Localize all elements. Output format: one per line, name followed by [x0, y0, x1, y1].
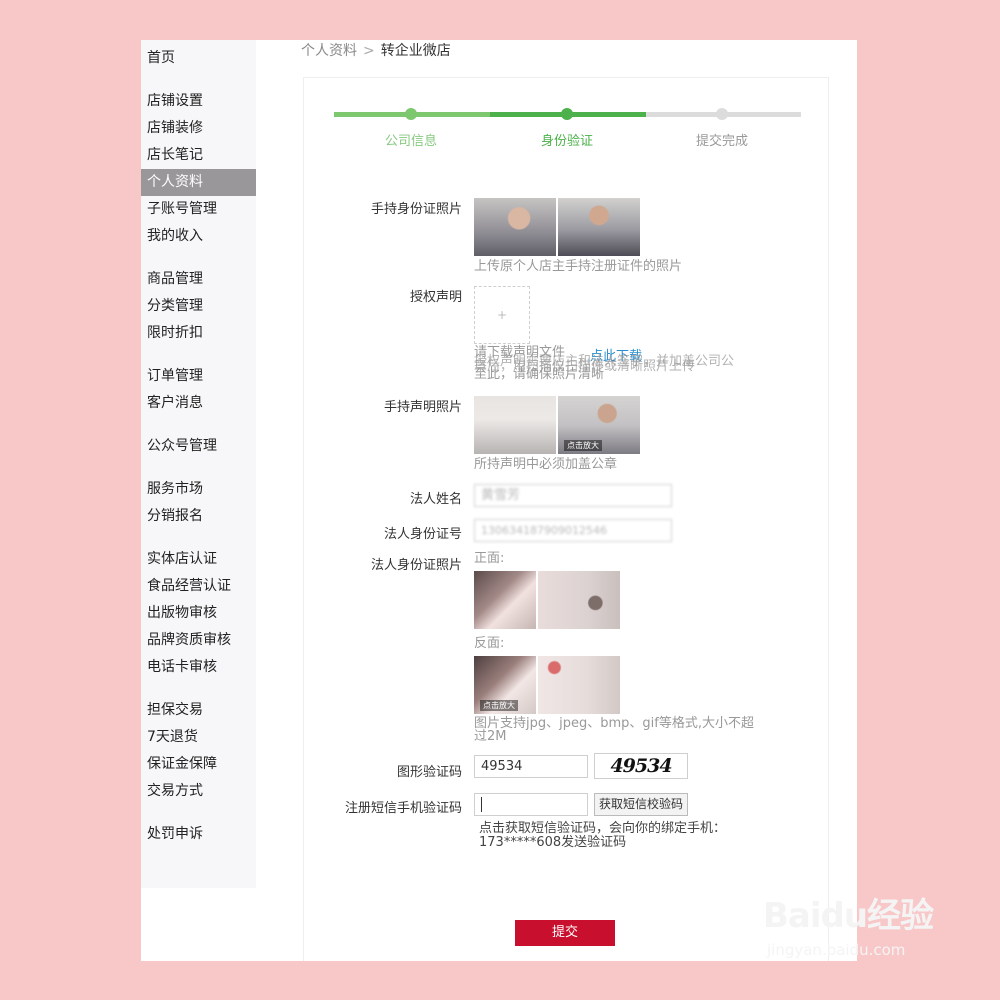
step-label-identity: 身份验证	[540, 134, 593, 149]
handheld-statement-photo-2[interactable]: 点击放大	[558, 396, 640, 454]
handheld-id-photo-2[interactable]	[558, 198, 640, 256]
sidebar-item-publication-review[interactable]: 出版物审核	[141, 600, 256, 627]
authorization-hint-line3: 至此，请确保照片清晰	[474, 367, 605, 382]
sidebar-item-orders[interactable]: 订单管理	[141, 363, 256, 390]
sidebar-nav: 首页店铺设置 店铺装修 店长笔记 个人资料 子账号管理 我的收入商品管理 分类管理 限时折扣订…	[141, 45, 256, 848]
baidu-jingyan-watermark: Baidu经验 jingyan.baidu.com	[763, 888, 963, 978]
captcha-label: 图形验证码	[396, 765, 462, 780]
authorization-hint: 请下载声明文件 点此下载 授权声明需要店主和法人签字，并加盖公司公 章后，用扫描…	[474, 346, 774, 382]
sidebar-item-deposit-guarantee[interactable]: 保证金保障	[141, 751, 256, 778]
watermark-brand: Baidu经验	[763, 896, 934, 936]
sidebar-item-penalty-appeal[interactable]: 处罚申诉	[141, 821, 256, 848]
id-photo-hint: 图片支持jpg、jpeg、bmp、gif等格式,大小不超 过2M	[474, 716, 754, 744]
sidebar-item-products[interactable]: 商品管理	[141, 266, 256, 293]
sidebar-item-brand-qualification[interactable]: 品牌资质审核	[141, 627, 256, 654]
legal-name-label: 法人姓名	[409, 492, 462, 507]
sms-code-label: 注册短信手机验证码	[344, 801, 462, 816]
handheld-id-photo-hint: 上传原个人店主手持注册证件的照片	[474, 259, 683, 274]
breadcrumb-parent[interactable]: 个人资料	[301, 43, 357, 59]
sms-code-hint: 点击获取短信验证码，会向你的绑定手机：173*****608发送验证码	[479, 821, 727, 850]
sidebar-item-categories[interactable]: 分类管理	[141, 293, 256, 320]
id-front-photo-1[interactable]	[474, 571, 536, 629]
id-back-label: 反面:	[474, 636, 505, 651]
sidebar-group: 店铺设置 店铺装修 店长笔记 个人资料 子账号管理 我的收入	[141, 88, 256, 250]
sidebar-group: 处罚申诉	[141, 821, 256, 848]
sidebar-item-escrow-trade[interactable]: 担保交易	[141, 697, 256, 724]
breadcrumb-separator: >	[363, 43, 375, 59]
handheld-statement-photo-1[interactable]	[474, 396, 556, 454]
sidebar-item-manager-notes[interactable]: 店长笔记	[141, 142, 256, 169]
handheld-id-photo-label: 手持身份证照片	[370, 202, 462, 217]
sidebar-group: 担保交易 7天退货 保证金保障 交易方式	[141, 697, 256, 805]
sidebar-group: 订单管理 客户消息	[141, 363, 256, 417]
app-window: 首页 店铺设置 店铺装修 店长笔记 个人资料 子账号管理 我的收入 商品管理 分类管理 限时折扣订…	[141, 40, 857, 961]
id-front-label: 正面:	[474, 551, 505, 566]
step-label-done: 提交完成	[695, 134, 748, 149]
id-front-photo-2[interactable]	[538, 571, 620, 629]
handheld-statement-hint: 所持声明中必须加盖公章	[474, 457, 618, 472]
watermark-url: jingyan.baidu.com	[767, 941, 906, 959]
get-sms-code-button[interactable]: 获取短信校验码	[594, 793, 688, 816]
sidebar-item-trade-method[interactable]: 交易方式	[141, 778, 256, 805]
id-back-photo-2[interactable]	[538, 656, 620, 714]
sidebar-item-sub-accounts[interactable]: 子账号管理	[141, 196, 256, 223]
sidebar-item-phone-card-review[interactable]: 电话卡审核	[141, 654, 256, 681]
sidebar-item-store-settings[interactable]: 店铺设置	[141, 88, 256, 115]
text-cursor	[481, 797, 482, 812]
captcha-image[interactable]: 49534	[594, 753, 688, 779]
sidebar-group: 实体店认证 食品经营认证 出版物审核 品牌资质审核 电话卡审核	[141, 546, 256, 681]
sidebar-group: 首页	[141, 45, 256, 72]
id-back-photo-1[interactable]: 点击放大	[474, 656, 536, 714]
legal-name-input[interactable]: 黄雪芳	[474, 484, 672, 507]
legal-id-label: 法人身份证号	[383, 527, 462, 542]
step-dot-1	[405, 108, 417, 120]
breadcrumb-current: 转企业微店	[380, 43, 451, 59]
handheld-statement-field: 点击放大 所持声明中必须加盖公章	[474, 396, 642, 471]
sidebar-group: 商品管理 分类管理 限时折扣	[141, 266, 256, 347]
legal-id-photo-field: 正面: 反面: 点击放大 图片支持jpg、jpeg、bmp、gif等格式,大小不…	[474, 552, 764, 743]
authorization-upload[interactable]: +	[474, 286, 530, 344]
progress-steps: 公司信息 身份验证 提交完成	[334, 108, 801, 149]
step-dot-3	[716, 108, 728, 120]
sidebar: 首页店铺设置 店铺装修 店长笔记 个人资料 子账号管理 我的收入商品管理 分类管理 限时折扣订…	[141, 40, 256, 888]
authorization-label: 授权声明	[409, 290, 462, 305]
photo-zoom-tag: 点击放大	[480, 700, 518, 711]
authorization-field: + 请下载声明文件 点此下载 授权声明需要店主和法人签字，并加盖公司公 章后，用…	[474, 286, 774, 382]
sidebar-item-customer-messages[interactable]: 客户消息	[141, 390, 256, 417]
sidebar-item-service-market[interactable]: 服务市场	[141, 476, 256, 503]
sidebar-group: 公众号管理	[141, 433, 256, 460]
handheld-id-photo-1[interactable]	[474, 198, 556, 256]
form-panel: 公司信息 身份验证 提交完成 手持身份证照片 上传原个人店主手持注册证件的照片 …	[303, 77, 829, 961]
sidebar-item-flash-discount[interactable]: 限时折扣	[141, 320, 256, 347]
handheld-statement-label: 手持声明照片	[383, 400, 462, 415]
sidebar-item-profile[interactable]: 个人资料	[141, 169, 256, 196]
legal-id-input[interactable]: 130634187909012546	[474, 519, 672, 542]
sidebar-item-my-income[interactable]: 我的收入	[141, 223, 256, 250]
sidebar-item-store-certification[interactable]: 实体店认证	[141, 546, 256, 573]
sidebar-item-distribution-signup[interactable]: 分销报名	[141, 503, 256, 530]
handheld-id-photo-field: 上传原个人店主手持注册证件的照片	[474, 198, 682, 273]
legal-id-photo-label: 法人身份证照片	[370, 558, 462, 573]
sidebar-item-food-license[interactable]: 食品经营认证	[141, 573, 256, 600]
captcha-input[interactable]: 49534	[474, 755, 588, 778]
breadcrumb: 个人资料 > 转企业微店	[301, 40, 451, 60]
sidebar-group: 服务市场 分销报名	[141, 476, 256, 530]
sidebar-item-home[interactable]: 首页	[141, 45, 256, 72]
sidebar-item-official-account[interactable]: 公众号管理	[141, 433, 256, 460]
step-dot-2	[561, 108, 573, 120]
sidebar-item-store-decoration[interactable]: 店铺装修	[141, 115, 256, 142]
sidebar-item-7day-return[interactable]: 7天退货	[141, 724, 256, 751]
sms-code-input[interactable]	[474, 793, 588, 816]
submit-button[interactable]: 提交	[515, 920, 615, 946]
step-label-company: 公司信息	[384, 134, 437, 149]
photo-zoom-tag: 点击放大	[564, 440, 602, 451]
